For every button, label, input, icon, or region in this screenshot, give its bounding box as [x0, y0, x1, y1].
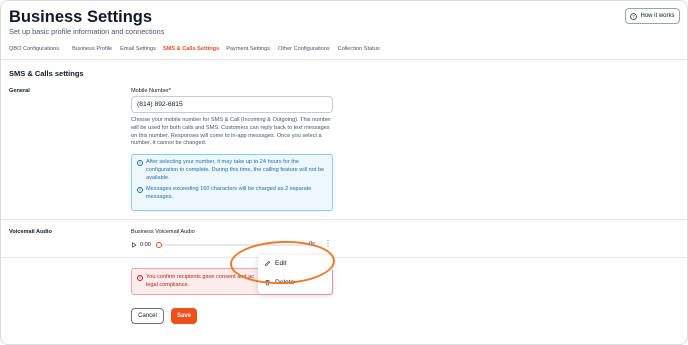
- mobile-help-text: Choose your mobile number for SMS & Call…: [131, 117, 332, 147]
- tab-email-settings[interactable]: Email Settings: [120, 44, 156, 58]
- tab-payment-settings[interactable]: Payment Settings: [226, 44, 270, 58]
- alert-icon: !: [137, 275, 143, 281]
- info-item: i Messages exceeding 160 characters will…: [137, 186, 327, 202]
- how-it-works-label: How it works: [640, 13, 675, 19]
- audio-time: 0:00: [140, 242, 151, 248]
- page-title: Business Settings: [9, 8, 153, 26]
- section-title: SMS & Calls settings: [9, 69, 84, 78]
- tab-collection-status[interactable]: Collection Status: [338, 44, 380, 58]
- info-text: After selecting your number, it may take…: [146, 159, 325, 181]
- business-voicemail-label: Business Voicemail Audio: [131, 229, 195, 235]
- mobile-number-value: (814) 892-6815: [137, 101, 183, 108]
- section-divider: [0, 257, 688, 258]
- play-icon[interactable]: [131, 242, 137, 248]
- svg-text:?: ?: [633, 14, 636, 19]
- tab-business-profile[interactable]: Business Profile: [72, 44, 112, 58]
- mobile-number-field[interactable]: (814) 892-6815: [131, 96, 333, 113]
- tab-other-configurations[interactable]: Other Configurations: [278, 44, 330, 58]
- settings-tabs: QBO Configurations Business Profile Emai…: [9, 44, 380, 60]
- save-button[interactable]: Save: [171, 308, 197, 324]
- consent-text-line1: You confirm recipients gave consent and …: [146, 274, 255, 280]
- audio-progress-track[interactable]: [155, 241, 312, 248]
- tab-qbo-configurations[interactable]: QBO Configurations: [9, 44, 59, 58]
- info-item: i After selecting your number, it may ta…: [137, 159, 327, 182]
- info-icon: i: [137, 187, 143, 194]
- options-menu: Edit Delete: [258, 255, 332, 294]
- tab-sms-calls-settings[interactable]: SMS & Calls Settings: [162, 44, 220, 60]
- audio-progress-knob[interactable]: [155, 241, 162, 248]
- tabs-divider: [0, 59, 688, 60]
- pencil-icon: [264, 260, 271, 267]
- menu-item-delete[interactable]: Delete: [264, 279, 294, 286]
- consent-text-line2: legal compliance.: [146, 281, 190, 288]
- menu-edit-label: Edit: [275, 260, 287, 267]
- mobile-number-label: Mobile Number*: [131, 88, 172, 94]
- voicemail-audio-label: Voicemail Audio: [9, 229, 52, 235]
- trash-icon: [265, 279, 270, 286]
- general-label: General: [9, 88, 30, 94]
- menu-delete-label: Delete: [275, 279, 295, 286]
- info-notice: i After selecting your number, it may ta…: [131, 154, 333, 211]
- section-divider: [0, 219, 688, 220]
- cancel-button[interactable]: Cancel: [131, 308, 164, 324]
- info-icon: i: [137, 160, 143, 166]
- audio-player: 0:00: [131, 240, 321, 250]
- info-text: Messages exceeding 160 characters will b…: [146, 186, 312, 201]
- audio-duration: 0s: [309, 241, 315, 247]
- how-it-works-button[interactable]: ? How it works: [625, 8, 680, 24]
- page-subtitle: Set up basic profile information and con…: [9, 27, 165, 36]
- menu-item-edit[interactable]: Edit: [264, 260, 287, 267]
- help-circle-icon: ?: [630, 12, 638, 20]
- more-options-icon[interactable]: ⋮: [324, 240, 332, 250]
